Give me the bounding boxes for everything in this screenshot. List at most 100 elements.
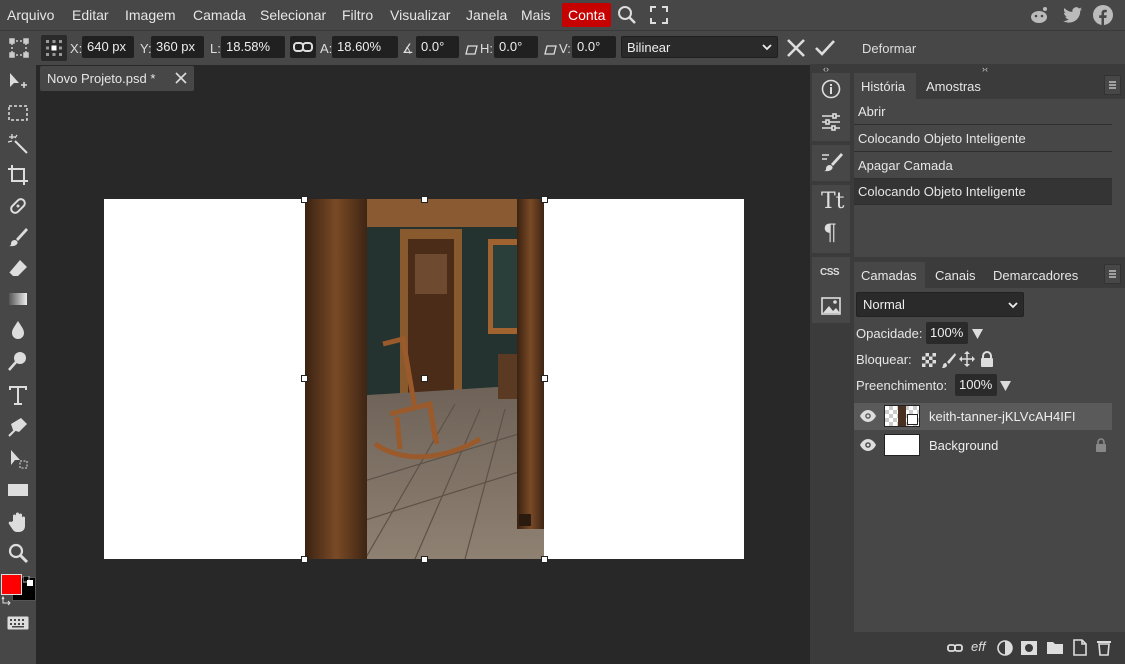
transform-handle-center[interactable]	[421, 375, 428, 382]
y-position-field[interactable]: 360 px	[151, 36, 204, 58]
fill-field[interactable]: 100%	[955, 374, 997, 396]
tab-swatches[interactable]: Amostras	[926, 79, 981, 94]
warp-button[interactable]: Deformar	[862, 41, 916, 56]
lock-position-icon[interactable]	[959, 351, 975, 370]
move-tool-icon[interactable]	[5, 69, 31, 95]
height-field[interactable]: 18.60%	[332, 36, 398, 58]
transform-handle-bottom[interactable]	[421, 556, 428, 563]
opacity-field[interactable]: 100%	[926, 322, 968, 344]
menu-bar: Arquivo Editar Imagem Camada Selecionar …	[0, 0, 1125, 30]
blend-mode-select[interactable]: Normal	[856, 292, 1024, 317]
blur-tool-icon[interactable]	[5, 317, 31, 343]
css-icon[interactable]: CSS	[820, 267, 840, 278]
cancel-transform-icon[interactable]	[786, 38, 806, 61]
info-icon[interactable]	[821, 79, 841, 102]
lock-icon	[1095, 438, 1107, 455]
transform-handle-bottom-right[interactable]	[541, 556, 548, 563]
link-icon[interactable]	[290, 36, 316, 58]
transform-handle-top-right[interactable]	[541, 196, 548, 203]
lock-transparency-icon[interactable]	[922, 353, 936, 370]
rotation-field[interactable]: 0.0°	[416, 36, 459, 58]
eraser-tool-icon[interactable]	[5, 255, 31, 281]
crop-tool-icon[interactable]	[5, 162, 31, 188]
x-position-field[interactable]: 640 px	[82, 36, 134, 58]
skew-v-field[interactable]: 0.0°	[572, 36, 616, 58]
lock-all-icon[interactable]	[980, 351, 994, 370]
history-panel-menu-icon[interactable]	[1104, 75, 1121, 95]
transform-handle-left[interactable]	[301, 375, 308, 382]
document-tab[interactable]: Novo Projeto.psd *	[40, 66, 194, 91]
fullscreen-icon[interactable]	[650, 6, 668, 27]
history-item[interactable]: Abrir	[854, 99, 1112, 125]
menu-editar[interactable]: Editar	[72, 0, 109, 30]
tab-layers[interactable]: Camadas	[854, 262, 925, 288]
layer-mask-icon[interactable]	[1020, 640, 1038, 659]
delete-layer-icon[interactable]	[1096, 639, 1112, 659]
marquee-tool-icon[interactable]	[5, 100, 31, 126]
path-select-tool-icon[interactable]	[5, 446, 31, 472]
layer-row[interactable]: Background	[854, 432, 1112, 459]
layer-effects-icon[interactable]: eff	[971, 639, 985, 654]
default-colors-icon[interactable]	[22, 574, 33, 589]
rectangle-tool-icon[interactable]	[5, 477, 31, 503]
search-icon[interactable]	[617, 5, 637, 28]
foreground-color-swatch[interactable]	[1, 574, 22, 595]
gradient-tool-icon[interactable]	[5, 286, 31, 312]
close-icon[interactable]	[175, 72, 187, 87]
image-icon[interactable]	[821, 297, 841, 318]
layer-row-selected[interactable]: keith-tanner-jKLVcAH4IFI	[854, 403, 1112, 430]
skew-h-field[interactable]: 0.0°	[494, 36, 538, 58]
brush-tool-icon[interactable]	[5, 224, 31, 250]
zoom-tool-icon[interactable]	[5, 540, 31, 566]
swap-colors-icon[interactable]	[1, 594, 11, 609]
type-tool-icon[interactable]	[5, 382, 31, 408]
adjustment-layer-icon[interactable]	[997, 640, 1013, 659]
width-field[interactable]: 18.58%	[221, 36, 285, 58]
character-icon[interactable]: Tt	[821, 191, 845, 213]
menu-janela[interactable]: Janela	[466, 0, 507, 30]
twitter-icon[interactable]	[1063, 6, 1083, 27]
transform-handle-top[interactable]	[421, 196, 428, 203]
layers-panel-menu-icon[interactable]	[1104, 264, 1121, 284]
transform-handle-bottom-left[interactable]	[301, 556, 308, 563]
eye-icon[interactable]	[860, 410, 876, 425]
menu-mais[interactable]: Mais	[521, 0, 551, 30]
reddit-icon[interactable]	[1029, 6, 1049, 27]
brush-settings-icon[interactable]	[821, 152, 843, 177]
tab-paths[interactable]: Demarcadores	[993, 268, 1078, 283]
menu-arquivo[interactable]: Arquivo	[7, 0, 54, 30]
confirm-transform-icon[interactable]	[814, 39, 836, 60]
transform-handle-top-left[interactable]	[301, 196, 308, 203]
menu-camada[interactable]: Camada	[193, 0, 246, 30]
hand-tool-icon[interactable]	[5, 509, 31, 535]
pen-tool-icon[interactable]	[5, 414, 31, 440]
new-group-icon[interactable]	[1046, 640, 1064, 658]
lock-paint-icon[interactable]	[942, 352, 956, 371]
facebook-icon[interactable]	[1093, 5, 1113, 28]
link-layers-icon[interactable]	[947, 641, 963, 658]
history-item-active[interactable]: Colocando Objeto Inteligente	[854, 179, 1112, 205]
healing-brush-tool-icon[interactable]	[5, 193, 31, 219]
history-item[interactable]: Apagar Camada	[854, 153, 1112, 179]
dodge-tool-icon[interactable]	[5, 348, 31, 374]
transform-handle-right[interactable]	[541, 375, 548, 382]
account-button[interactable]: Conta	[562, 3, 612, 27]
interpolation-select[interactable]: Bilinear	[621, 36, 778, 58]
smart-object-icon	[907, 414, 918, 425]
opacity-dropdown-icon[interactable]	[972, 327, 983, 342]
keyboard-icon[interactable]	[7, 616, 29, 633]
tab-history[interactable]: História	[854, 73, 916, 99]
fill-dropdown-icon[interactable]	[1000, 379, 1011, 394]
menu-selecionar[interactable]: Selecionar	[260, 0, 326, 30]
magic-wand-tool-icon[interactable]	[5, 131, 31, 157]
reference-point-icon[interactable]	[41, 35, 67, 61]
new-layer-icon[interactable]	[1072, 639, 1088, 659]
menu-visualizar[interactable]: Visualizar	[390, 0, 450, 30]
menu-filtro[interactable]: Filtro	[342, 0, 373, 30]
menu-imagem[interactable]: Imagem	[125, 0, 176, 30]
paragraph-icon[interactable]: ¶	[823, 223, 837, 245]
tab-channels[interactable]: Canais	[935, 268, 975, 283]
history-item[interactable]: Colocando Objeto Inteligente	[854, 126, 1112, 152]
eye-icon[interactable]	[860, 439, 876, 454]
adjustments-icon[interactable]	[821, 112, 841, 135]
